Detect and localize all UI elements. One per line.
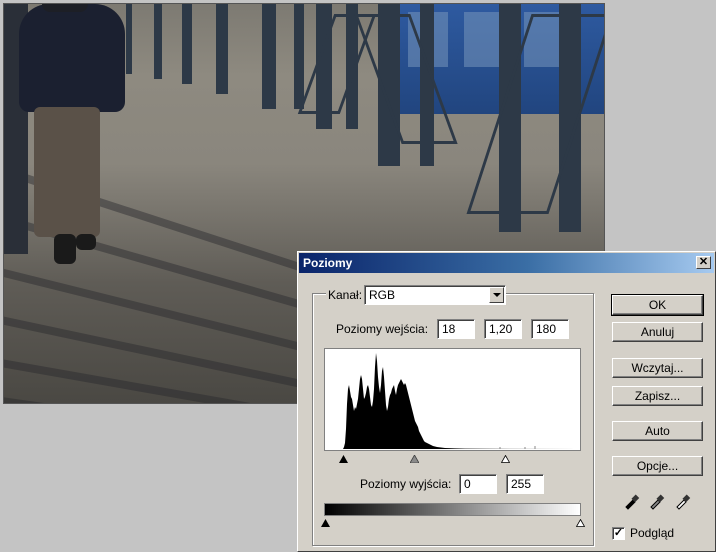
levels-dialog: Poziomy ✕ Kanał: RGB Poziomy wejścia: 18… bbox=[297, 251, 716, 552]
output-gradient-bar bbox=[324, 503, 581, 516]
close-icon: ✕ bbox=[698, 256, 709, 268]
input-black-value: 18 bbox=[442, 322, 456, 336]
input-gamma-slider[interactable] bbox=[409, 452, 420, 464]
gray-eyedropper-icon[interactable] bbox=[648, 492, 666, 510]
output-levels-label: Poziomy wyjścia: bbox=[360, 477, 452, 491]
preview-checkbox[interactable]: ✓ bbox=[612, 527, 625, 540]
output-black-slider[interactable] bbox=[321, 516, 330, 527]
white-eyedropper-icon[interactable] bbox=[674, 492, 692, 510]
auto-button[interactable]: Auto bbox=[612, 421, 703, 441]
channel-select[interactable]: RGB bbox=[364, 285, 506, 305]
chevron-down-icon[interactable] bbox=[489, 287, 504, 303]
black-eyedropper-icon[interactable] bbox=[623, 492, 641, 510]
save-button[interactable]: Zapisz... bbox=[612, 386, 703, 406]
input-black-field[interactable]: 18 bbox=[437, 319, 475, 339]
histogram-graph bbox=[325, 353, 580, 449]
close-button[interactable]: ✕ bbox=[696, 256, 711, 269]
photo-person bbox=[19, 4, 125, 112]
channel-value: RGB bbox=[369, 288, 396, 302]
options-button[interactable]: Opcje... bbox=[612, 456, 703, 476]
input-gamma-value: 1,20 bbox=[489, 322, 513, 336]
output-white-value: 255 bbox=[511, 477, 532, 491]
output-black-field[interactable]: 0 bbox=[459, 474, 497, 494]
histogram bbox=[324, 348, 581, 451]
dialog-title: Poziomy bbox=[303, 256, 353, 270]
input-white-field[interactable]: 180 bbox=[531, 319, 569, 339]
input-white-slider[interactable] bbox=[500, 452, 511, 463]
output-white-slider[interactable] bbox=[575, 516, 586, 527]
load-button[interactable]: Wczytaj... bbox=[612, 358, 703, 378]
input-white-value: 180 bbox=[536, 322, 557, 336]
dialog-titlebar[interactable]: Poziomy ✕ bbox=[299, 253, 714, 273]
cancel-button[interactable]: Anuluj bbox=[612, 322, 703, 342]
input-black-slider[interactable] bbox=[339, 452, 348, 463]
preview-label: Podgląd bbox=[630, 526, 675, 540]
channel-label: Kanał: bbox=[326, 288, 365, 302]
output-black-value: 0 bbox=[464, 477, 471, 491]
output-white-field[interactable]: 255 bbox=[506, 474, 544, 494]
input-gamma-field[interactable]: 1,20 bbox=[484, 319, 522, 339]
ok-button[interactable]: OK bbox=[611, 294, 704, 316]
input-levels-label: Poziomy wejścia: bbox=[336, 322, 429, 336]
